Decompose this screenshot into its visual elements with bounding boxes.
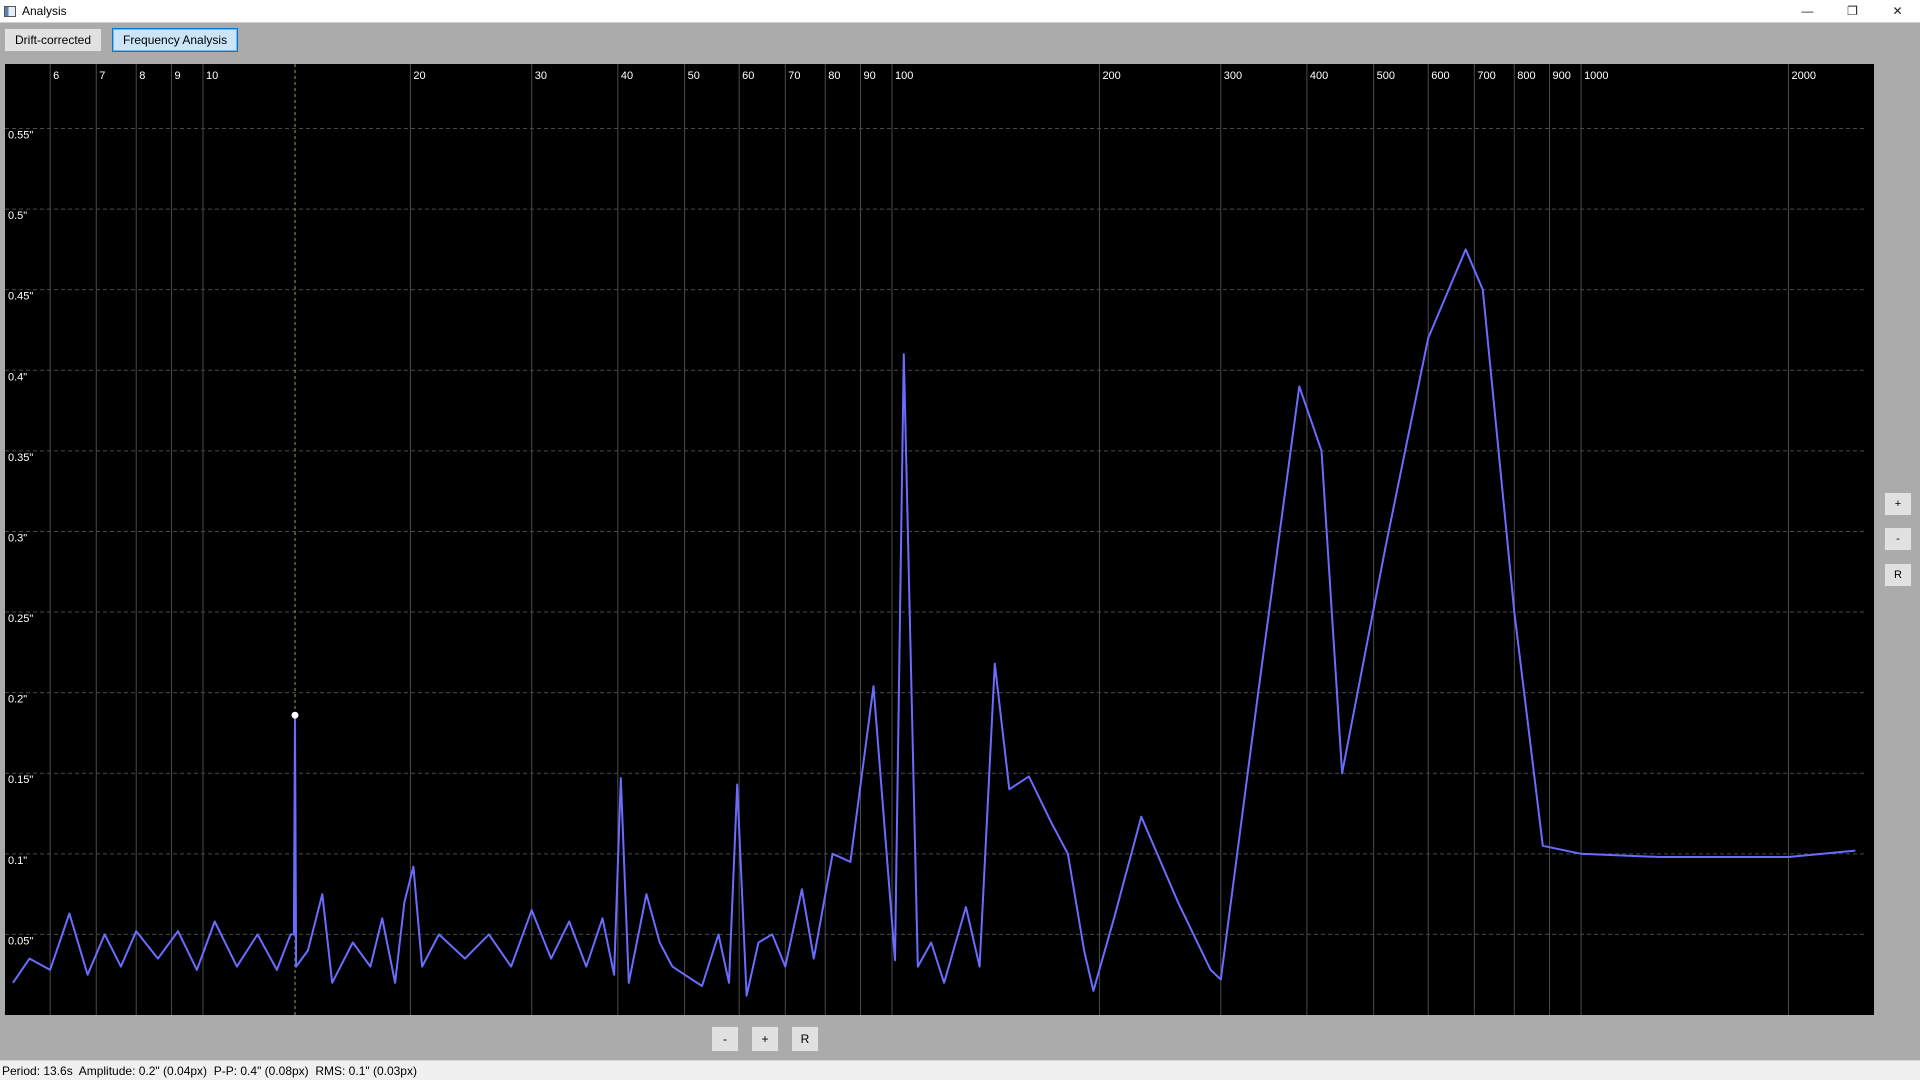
x-tick-label: 60 — [742, 70, 754, 82]
x-tick-label: 80 — [828, 70, 840, 82]
view-tabs: Drift-corrected Frequency Analysis — [4, 28, 239, 52]
y-tick-label: 0.1" — [8, 855, 27, 867]
y-tick-label: 0.35" — [8, 452, 33, 464]
y-tick-label: 0.55" — [8, 129, 33, 141]
x-tick-label: 2000 — [1791, 70, 1815, 82]
y-tick-label: 0.4" — [8, 371, 27, 383]
x-tick-label: 9 — [174, 70, 180, 82]
x-tick-label: 700 — [1477, 70, 1495, 82]
y-zoom-in-button[interactable]: + — [1884, 492, 1912, 516]
y-tick-label: 0.25" — [8, 613, 33, 625]
x-tick-label: 50 — [688, 70, 700, 82]
y-tick-label: 0.05" — [8, 935, 33, 947]
y-reset-button[interactable]: R — [1884, 563, 1912, 587]
status-text: Period: 13.6s Amplitude: 0.2" (0.04px) P… — [2, 1063, 417, 1078]
x-tick-label: 7 — [99, 70, 105, 82]
window-title: Analysis — [22, 4, 67, 18]
restore-button[interactable]: ❐ — [1830, 0, 1875, 22]
app-window-icon — [4, 5, 16, 17]
frequency-chart: 6 7 8 9 10 20 30 40 50 60 70 80 90 100 200 300 400 500 600… — [5, 64, 1867, 1015]
y-tick-label: 0.15" — [8, 774, 33, 786]
y-tick-label: 0.5" — [8, 210, 27, 222]
status-bar: Period: 13.6s Amplitude: 0.2" (0.04px) P… — [0, 1060, 1920, 1080]
x-zoom-out-button[interactable]: - — [711, 1026, 739, 1052]
window-controls: — ❐ ✕ — [1785, 0, 1920, 22]
series-line — [12, 248, 1856, 997]
x-tick-label: 800 — [1517, 70, 1535, 82]
x-tick-label: 8 — [139, 70, 145, 82]
y-tick-label: 0.3" — [8, 532, 27, 544]
x-tick-label: 40 — [621, 70, 633, 82]
x-tick-label: 400 — [1310, 70, 1328, 82]
x-tick-label: 10 — [206, 70, 218, 82]
y-zoom-out-button[interactable]: - — [1884, 527, 1912, 551]
x-tick-label: 1000 — [1584, 70, 1608, 82]
x-tick-label: 300 — [1224, 70, 1242, 82]
x-tick-label: 6 — [53, 70, 59, 82]
x-tick-label: 20 — [413, 70, 425, 82]
x-tick-label: 90 — [863, 70, 875, 82]
y-tick-label: 0.2" — [8, 694, 27, 706]
x-reset-button[interactable]: R — [791, 1026, 819, 1052]
close-button[interactable]: ✕ — [1875, 0, 1920, 22]
title-bar: Analysis — ❐ ✕ — [0, 0, 1920, 23]
frequency-plot[interactable]: 6 7 8 9 10 20 30 40 50 60 70 80 90 100 200 300 400 500 600… — [5, 64, 1874, 1015]
tab-drift-corrected[interactable]: Drift-corrected — [4, 28, 103, 52]
x-tick-label: 30 — [535, 70, 547, 82]
x-tick-label: 500 — [1377, 70, 1395, 82]
x-tick-label: 600 — [1431, 70, 1449, 82]
cursor-marker — [291, 711, 299, 719]
x-tick-label: 900 — [1553, 70, 1571, 82]
x-tick-label: 100 — [895, 70, 913, 82]
x-tick-label: 70 — [788, 70, 800, 82]
tab-frequency-analysis[interactable]: Frequency Analysis — [112, 28, 239, 52]
x-zoom-in-button[interactable]: + — [751, 1026, 779, 1052]
y-tick-label: 0.45" — [8, 291, 33, 303]
x-tick-label: 200 — [1102, 70, 1120, 82]
minimize-button[interactable]: — — [1785, 0, 1830, 22]
